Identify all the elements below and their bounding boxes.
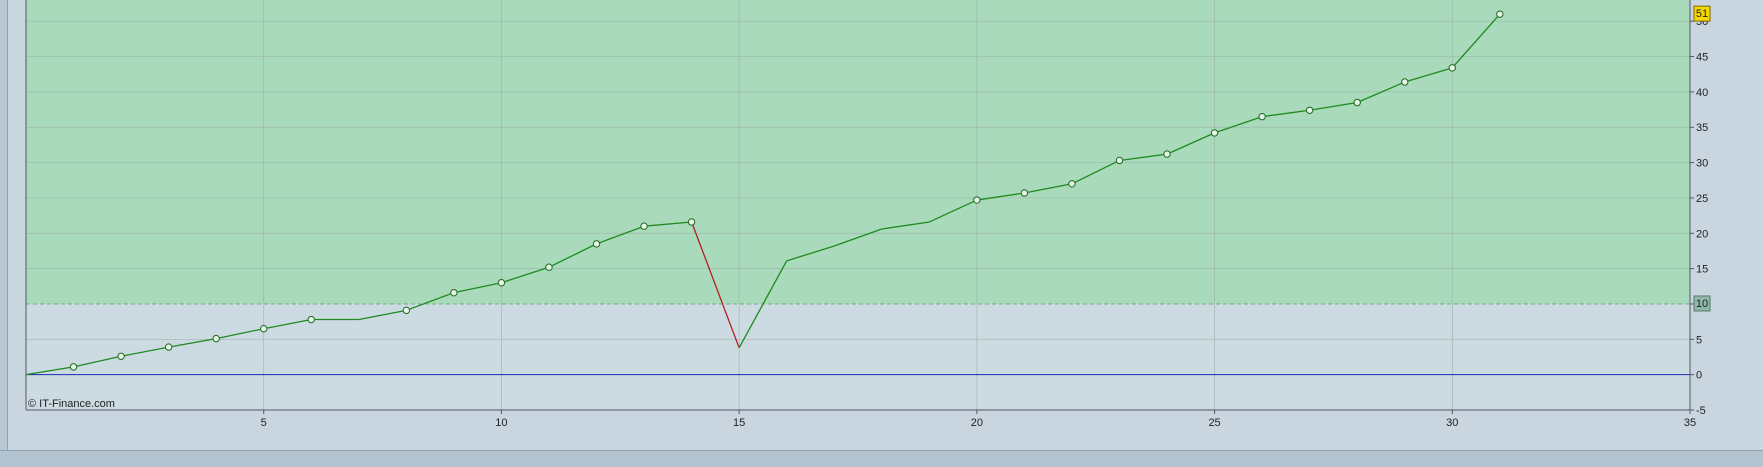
last-value-label: 51 — [1696, 8, 1708, 20]
data-point — [1210, 129, 1219, 137]
x-tick-label: 15 — [733, 417, 745, 429]
y-tick-label: 5 — [1696, 334, 1702, 346]
plot-area: -50510152025303540455051015202530355110 — [25, 0, 1711, 429]
chart-frame: -50510152025303540455051015202530355110 … — [0, 0, 1763, 467]
data-point — [687, 218, 696, 226]
data-point — [1353, 98, 1361, 107]
lower-zone — [26, 303, 1690, 410]
y-tick-label: 15 — [1696, 264, 1708, 276]
x-tick-label: 35 — [1684, 417, 1696, 429]
data-point — [1115, 156, 1124, 165]
y-tick-label: 40 — [1696, 87, 1708, 99]
x-tick-label: 30 — [1446, 417, 1458, 429]
data-point — [212, 334, 220, 343]
x-tick-label: 10 — [495, 417, 507, 429]
data-point — [450, 288, 458, 297]
data-point — [1401, 78, 1409, 86]
data-point — [1020, 189, 1029, 197]
copyright-label: © IT-Finance.com — [28, 398, 115, 410]
y-tick-label: 45 — [1696, 52, 1708, 64]
upper-zone — [26, 0, 1690, 304]
data-point — [640, 222, 648, 230]
y-tick-label: 35 — [1696, 122, 1708, 134]
data-point — [1448, 64, 1456, 72]
data-point — [497, 279, 506, 287]
x-tick-label: 25 — [1208, 417, 1220, 429]
data-point — [117, 352, 125, 360]
y-tick-label: 25 — [1696, 193, 1708, 205]
x-tick-label: 20 — [971, 417, 983, 429]
data-point — [164, 343, 173, 351]
data-point — [69, 363, 78, 371]
data-point — [1258, 112, 1266, 121]
data-point — [260, 325, 268, 333]
data-point — [592, 240, 601, 248]
data-point — [973, 196, 981, 204]
data-point — [1496, 10, 1504, 18]
data-point — [1068, 180, 1076, 188]
data-point — [402, 306, 411, 315]
y-tick-label: 0 — [1696, 370, 1702, 382]
y-tick-label: 30 — [1696, 158, 1708, 170]
y-tick-label: -5 — [1696, 405, 1706, 417]
data-point — [1163, 150, 1171, 158]
threshold-label: 10 — [1696, 298, 1708, 310]
data-point — [545, 263, 553, 271]
y-tick-label: 20 — [1696, 228, 1708, 240]
data-point — [307, 315, 315, 324]
data-point — [1305, 106, 1314, 114]
bottom-scrollbar[interactable] — [0, 450, 1763, 467]
x-tick-label: 5 — [261, 417, 267, 429]
